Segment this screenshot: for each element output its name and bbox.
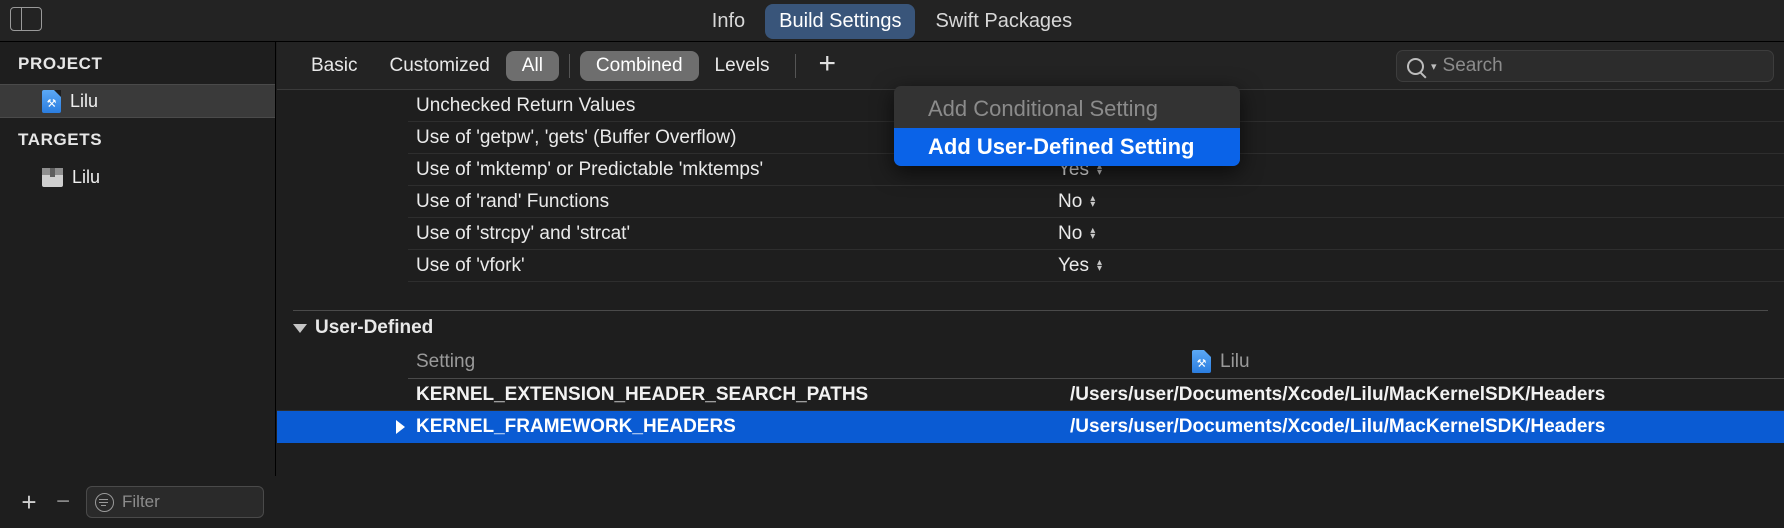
segment-combined[interactable]: Combined — [579, 50, 699, 81]
setting-name: Use of 'vfork' — [416, 254, 525, 276]
project-navigator: PROJECT ⚒ Lilu TARGETS Lilu + − Filter — [0, 42, 276, 528]
column-header-target-label: Lilu — [1220, 350, 1250, 372]
setting-name: Use of 'rand' Functions — [416, 190, 610, 212]
add-target-button[interactable]: + — [12, 486, 46, 518]
column-header-target: ⚒ Lilu — [1192, 350, 1250, 373]
segment-customized[interactable]: Customized — [373, 51, 505, 81]
app-target-icon — [42, 167, 63, 187]
add-setting-menu: Add Conditional Setting Add User-Defined… — [894, 86, 1240, 166]
setting-value: No — [1058, 222, 1083, 244]
chevron-down-icon[interactable]: ▾ — [1431, 60, 1437, 73]
add-divider — [795, 53, 797, 78]
table-row[interactable]: KERNEL_EXTENSION_HEADER_SEARCH_PATHS /Us… — [277, 379, 1784, 411]
search-placeholder: Search — [1442, 55, 1503, 76]
xcode-project-icon: ⚒ — [1192, 350, 1211, 373]
triangle-right-icon[interactable] — [396, 420, 405, 434]
add-setting-button[interactable]: + — [806, 49, 848, 79]
segment-levels[interactable]: Levels — [699, 51, 786, 81]
editor-tab-bar: Info Build Settings Swift Packages — [0, 0, 1784, 42]
project-section-header: PROJECT — [18, 54, 103, 73]
stepper-icon[interactable]: ▴ ▾ — [1090, 225, 1095, 241]
search-input[interactable]: ▾ Search — [1396, 50, 1774, 82]
table-row[interactable]: Use of 'strcpy' and 'strcat' No ▴ ▾ — [408, 218, 1784, 250]
navigator-bottom-bar: + − Filter — [0, 476, 276, 528]
filter-input[interactable]: Filter — [86, 486, 264, 518]
setting-value: Yes — [1058, 254, 1089, 276]
setting-name: Use of 'mktemp' or Predictable 'mktemps' — [416, 158, 764, 180]
section-title: User-Defined — [315, 317, 434, 338]
user-defined-setting-value[interactable]: /Users/user/Documents/Xcode/Lilu/MacKern… — [1070, 416, 1605, 438]
remove-target-button[interactable]: − — [46, 486, 80, 518]
xcode-build-settings-window: Info Build Settings Swift Packages PROJE… — [0, 0, 1784, 528]
setting-name: Use of 'getpw', 'gets' (Buffer Overflow) — [416, 126, 737, 148]
sidebar-item-project-lilu[interactable]: ⚒ Lilu — [0, 84, 275, 118]
table-column-header: Setting ⚒ Lilu — [408, 345, 1784, 379]
xcode-project-icon: ⚒ — [42, 89, 61, 113]
filter-icon — [95, 492, 114, 512]
segment-all[interactable]: All — [505, 50, 559, 81]
user-defined-setting-name: KERNEL_FRAMEWORK_HEADERS — [416, 416, 736, 437]
table-row[interactable]: Use of 'vfork' Yes ▴ ▾ — [408, 250, 1784, 282]
setting-name: Use of 'strcpy' and 'strcat' — [416, 222, 631, 244]
setting-value: No — [1058, 190, 1083, 212]
stepper-icon[interactable]: ▴ ▾ — [1097, 257, 1102, 273]
user-defined-setting-value[interactable]: /Users/user/Documents/Xcode/Lilu/MacKern… — [1070, 384, 1605, 406]
tab-swift-packages[interactable]: Swift Packages — [921, 4, 1086, 39]
column-header-setting: Setting — [416, 350, 476, 372]
menu-item-add-user-defined-setting[interactable]: Add User-Defined Setting — [894, 128, 1240, 166]
stepper-icon[interactable]: ▴ ▾ — [1090, 193, 1095, 209]
tab-info[interactable]: Info — [698, 4, 759, 39]
triangle-down-icon[interactable] — [293, 323, 307, 333]
segment-divider — [568, 53, 570, 78]
menu-item-add-conditional-setting: Add Conditional Setting — [928, 96, 1158, 121]
setting-name: Unchecked Return Values — [416, 94, 636, 116]
table-row[interactable]: KERNEL_FRAMEWORK_HEADERS /Users/user/Doc… — [277, 411, 1784, 443]
setting-value-stepper[interactable]: No ▴ ▾ — [1058, 223, 1095, 245]
build-settings-filter-bar: Basic Customized All Combined Levels + ▾… — [277, 42, 1784, 90]
sidebar-item-label: Lilu — [70, 90, 99, 111]
setting-value-stepper[interactable]: No ▴ ▾ — [1058, 191, 1095, 213]
section-header-user-defined[interactable]: User-Defined — [277, 311, 1784, 345]
segment-basic[interactable]: Basic — [295, 51, 373, 81]
table-row[interactable]: Use of 'rand' Functions No ▴ ▾ — [408, 186, 1784, 218]
sidebar-item-label: Lilu — [72, 166, 101, 187]
search-icon — [1407, 57, 1424, 75]
sidebar-item-target-lilu[interactable]: Lilu — [0, 160, 275, 194]
filter-placeholder: Filter — [122, 492, 160, 511]
setting-value-stepper[interactable]: Yes ▴ ▾ — [1058, 255, 1102, 277]
top-toolbar: Info Build Settings Swift Packages — [0, 0, 1784, 42]
targets-section-header: TARGETS — [18, 130, 103, 149]
user-defined-setting-name: KERNEL_EXTENSION_HEADER_SEARCH_PATHS — [416, 383, 869, 405]
tab-build-settings[interactable]: Build Settings — [765, 3, 916, 39]
